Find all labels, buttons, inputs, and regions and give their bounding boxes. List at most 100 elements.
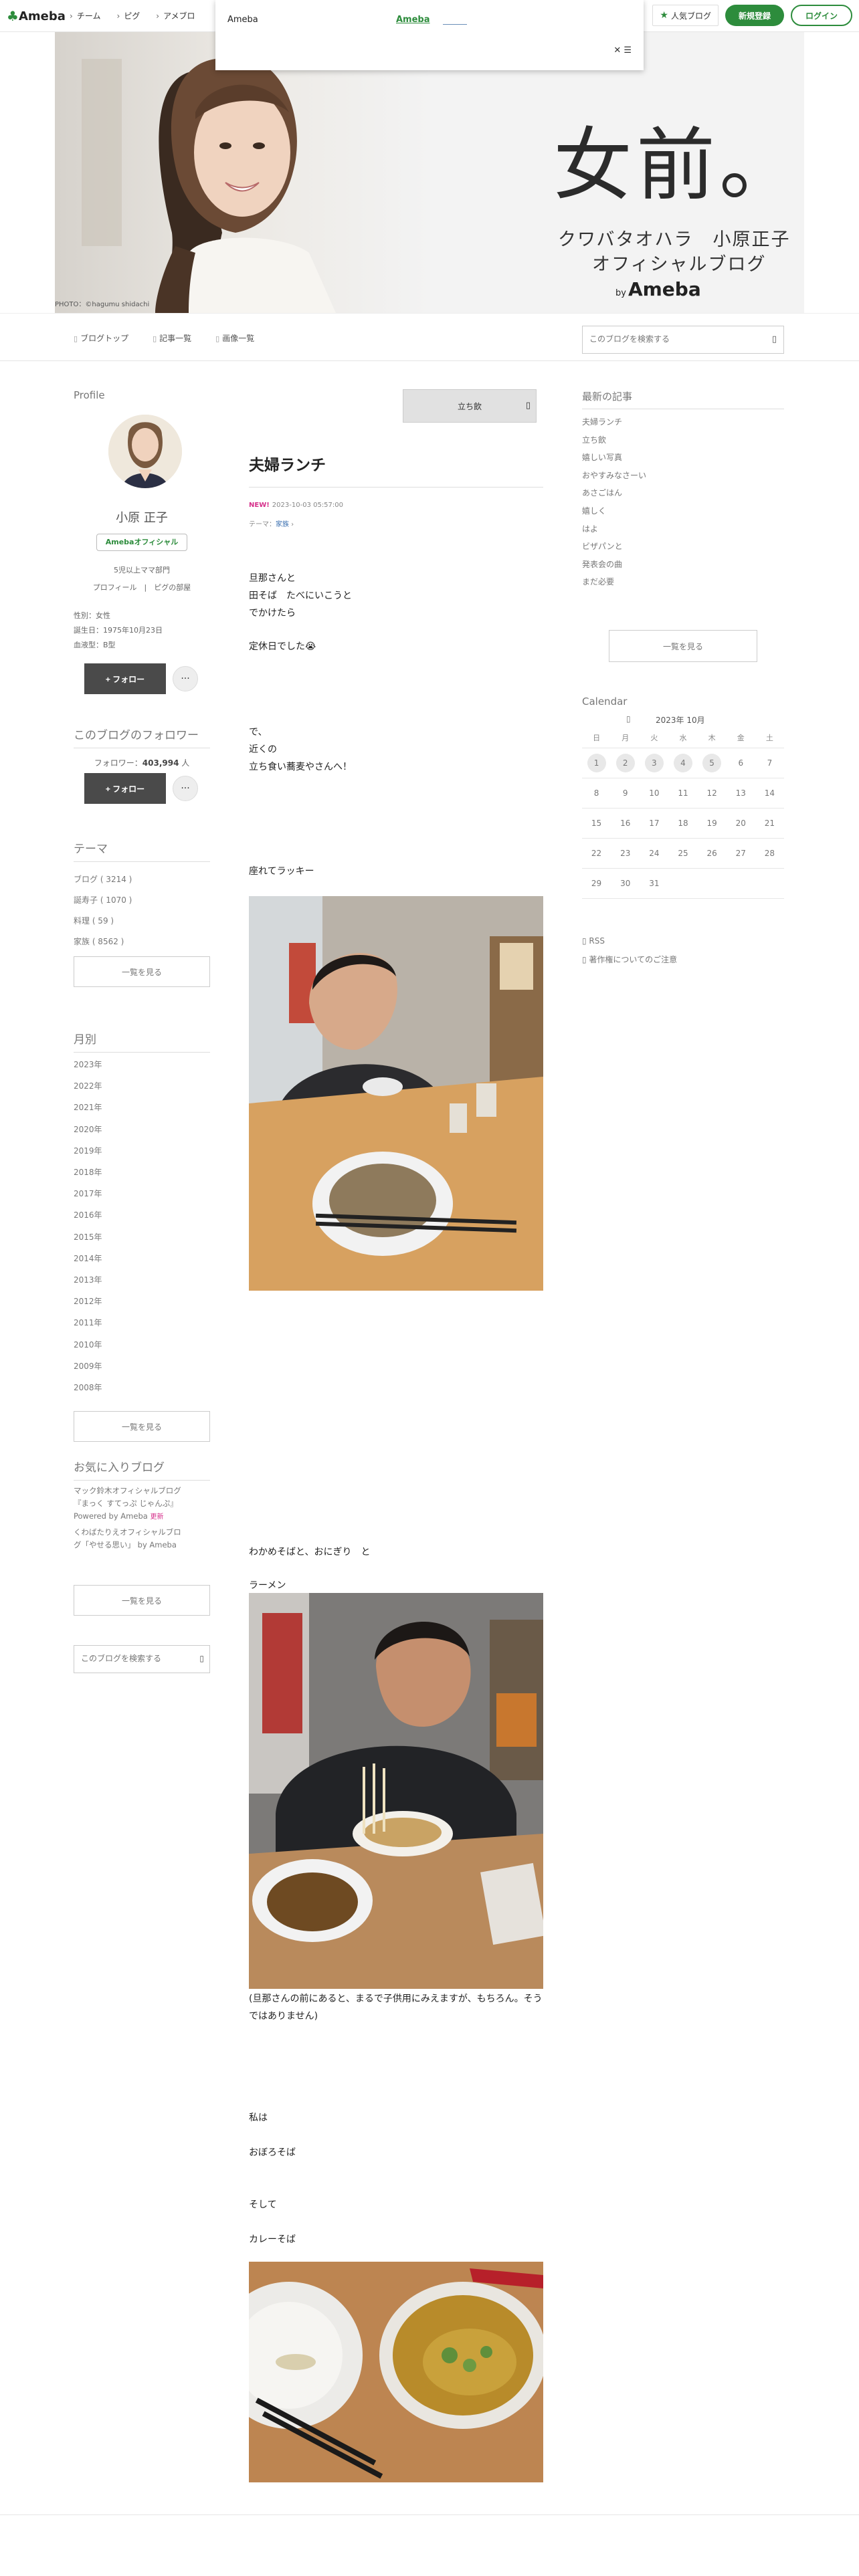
month-item[interactable]: 2012年 <box>74 1291 102 1312</box>
favorite-blog-link[interactable]: グ「やせる思い」 by Ameba <box>74 1539 210 1551</box>
calendar-day-link[interactable]: 2 <box>615 753 635 772</box>
header-actions: ★ 人気ブログ 新規登録 ログイン <box>652 5 852 26</box>
nav-pigg[interactable]: ピグ <box>116 10 140 21</box>
calendar-day: 27 <box>726 838 755 869</box>
rss-link[interactable]: ▯ RSS <box>582 936 605 946</box>
calendar-day: 12 <box>697 778 727 809</box>
ameba-logo[interactable]: ♣ Ameba <box>7 7 66 25</box>
article-theme: テーマ：家族 › <box>249 521 294 528</box>
theme-more-button[interactable]: 一覧を見る <box>74 956 210 987</box>
calendar-day-link[interactable]: 4 <box>673 753 692 772</box>
ameba-logo-icon: ♣ <box>7 8 19 24</box>
nav-ameblo[interactable]: アメブロ <box>156 10 195 21</box>
follow-button[interactable]: + フォロー <box>84 663 166 694</box>
recent-article-link[interactable]: はよ <box>582 520 646 538</box>
theme-link[interactable]: 家族 <box>276 521 289 528</box>
follower-count[interactable]: フォロワー：403,994 人 <box>74 757 210 768</box>
copyright-notice-link[interactable]: ▯ 著作権についてのご注意 <box>582 954 677 965</box>
month-item[interactable]: 2010年 <box>74 1334 102 1356</box>
search-icon[interactable]: ▯ <box>772 334 777 344</box>
article-photo-3[interactable] <box>249 2262 543 2482</box>
signup-button[interactable]: 新規登録 <box>725 5 784 26</box>
profile-rank[interactable]: 5児以上ママ部門 <box>74 564 210 575</box>
profile-follow-row: + フォロー ··· <box>84 663 198 694</box>
new-badge: NEW! <box>249 502 270 509</box>
calendar-day-link[interactable]: 1 <box>587 753 606 772</box>
month-item[interactable]: 2013年 <box>74 1269 102 1291</box>
calendar-day-link[interactable]: 5 <box>702 753 722 772</box>
blog-header-banner[interactable]: 女前。 クワバタオハラ 小原正子 オフィシャルブログ by Ameba <box>55 32 804 313</box>
profile-links[interactable]: プロフィール | ピグの部屋 <box>74 582 210 593</box>
calendar-day: 6 <box>726 748 755 778</box>
recent-article-link[interactable]: 嬉しく <box>582 502 646 520</box>
banner-title: 女前。 <box>553 119 803 211</box>
article-photo-1[interactable] <box>249 896 543 1291</box>
month-more-button[interactable]: 一覧を見る <box>74 1411 210 1442</box>
calendar-day: 19 <box>697 808 727 839</box>
blog-search-input[interactable] <box>583 326 750 352</box>
calendar-day: 29 <box>582 868 611 899</box>
recent-article-link[interactable]: 夫婦ランチ <box>582 413 646 431</box>
search-icon[interactable]: ▯ <box>199 1654 204 1663</box>
nav-blog-top[interactable]: ブログトップ <box>74 332 128 344</box>
popular-blog-link[interactable]: ★ 人気ブログ <box>652 5 719 26</box>
calendar-day-link[interactable]: 3 <box>644 753 664 772</box>
theme-item[interactable]: 誕寿子 ( 1070 ) <box>74 890 132 911</box>
month-item[interactable]: 2016年 <box>74 1204 102 1226</box>
nav-article-list[interactable]: 記事一覧 <box>153 332 191 344</box>
theme-item[interactable]: 家族 ( 8562 ) <box>74 932 132 952</box>
more-options-button-2[interactable]: ··· <box>173 776 198 801</box>
calendar-day: 11 <box>668 778 698 809</box>
weekday-label: 金 <box>726 728 755 748</box>
nav-team[interactable]: チーム <box>70 10 101 21</box>
recent-article-link[interactable]: まだ必要 <box>582 573 646 591</box>
recent-more-button[interactable]: 一覧を見る <box>609 630 757 662</box>
recent-article-link[interactable]: あさごはん <box>582 484 646 502</box>
month-item[interactable]: 2008年 <box>74 1377 102 1398</box>
profile-name[interactable]: 小原 正子 <box>74 508 210 526</box>
month-item[interactable]: 2023年 <box>74 1054 102 1075</box>
month-item[interactable]: 2015年 <box>74 1226 102 1248</box>
chevron-left-icon[interactable]: ▯ <box>626 714 631 724</box>
article-paragraph: 定休日でした😭 <box>249 641 316 652</box>
recent-article-link[interactable]: ビザパンと <box>582 538 646 556</box>
month-item[interactable]: 2022年 <box>74 1075 102 1097</box>
follow-button-2[interactable]: + フォロー <box>84 773 166 804</box>
month-item[interactable]: 2011年 <box>74 1312 102 1333</box>
month-item[interactable]: 2021年 <box>74 1097 102 1118</box>
nav-image-list[interactable]: 画像一覧 <box>215 332 254 344</box>
favorite-blog-link[interactable]: くわばたりえオフィシャルブロ <box>74 1526 210 1539</box>
recent-article-link[interactable]: 発表会の曲 <box>582 556 646 574</box>
favorite-blog-link[interactable]: 『まっく すてっぷ じゃんぷ』 <box>74 1497 210 1510</box>
theme-item[interactable]: 料理 ( 59 ) <box>74 911 132 932</box>
ad-link[interactable]: Ameba <box>396 15 430 25</box>
theme-item[interactable]: ブログ ( 3214 ) <box>74 869 132 890</box>
month-item[interactable]: 2009年 <box>74 1356 102 1377</box>
login-button[interactable]: ログイン <box>790 5 852 26</box>
month-item[interactable]: 2014年 <box>74 1248 102 1269</box>
article-paragraph: 旦那さんと 田そば たべにいこうと でかけたら <box>249 573 352 619</box>
favorites-more-button[interactable]: 一覧を見る <box>74 1585 210 1616</box>
month-item[interactable]: 2019年 <box>74 1140 102 1162</box>
month-item[interactable]: 2020年 <box>74 1119 102 1140</box>
article-title[interactable]: 夫婦ランチ <box>249 452 543 488</box>
previous-article-button[interactable]: 立ち飲 ▯ <box>403 389 537 423</box>
favorite-blog-link[interactable]: マック鈴木オフィシャルブログ <box>74 1485 210 1497</box>
calendar-day: 31 <box>640 868 669 899</box>
month-item[interactable]: 2017年 <box>74 1183 102 1204</box>
recent-article-link[interactable]: おやすみなさーい <box>582 467 646 485</box>
recent-article-link[interactable]: 嬉しい写真 <box>582 449 646 467</box>
month-item[interactable]: 2018年 <box>74 1162 102 1183</box>
favorite-blogs-heading: お気に入りブログ <box>74 1458 210 1481</box>
star-icon: ★ <box>660 10 668 21</box>
article-photo-2[interactable] <box>249 1593 543 1989</box>
followers-heading: このブログのフォロワー <box>74 726 210 748</box>
recent-article-link[interactable]: 立ち飲 <box>582 431 646 449</box>
recent-articles-list: 夫婦ランチ 立ち飲 嬉しい写真 おやすみなさーい あさごはん 嬉しく はよ ビザ… <box>582 413 646 591</box>
favorite-blog-link[interactable]: Powered by Ameba 更新 <box>74 1510 210 1523</box>
weekday-label: 月 <box>611 728 640 748</box>
avatar[interactable] <box>108 415 182 488</box>
ad-close-button[interactable]: ✕ ☰ <box>613 45 632 56</box>
sidebar-search-input[interactable] <box>74 1646 188 1671</box>
more-options-button[interactable]: ··· <box>173 666 198 691</box>
